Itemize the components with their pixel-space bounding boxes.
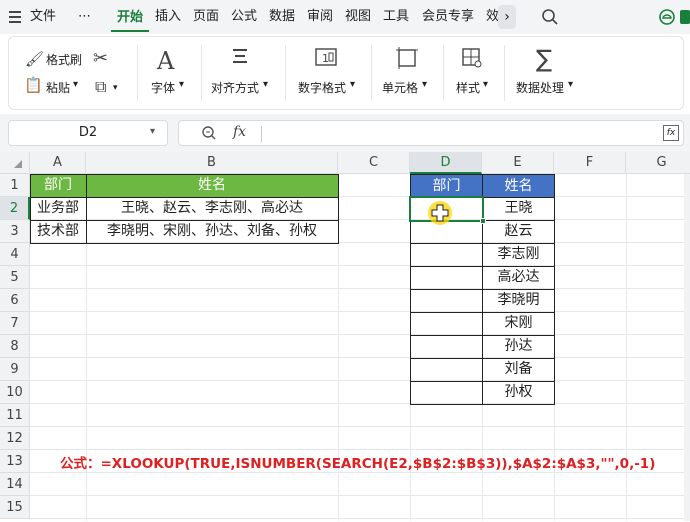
font-icon: A (157, 47, 175, 75)
chevron-down-icon[interactable]: ▾ (179, 79, 184, 90)
formula-divider (261, 126, 262, 142)
zoom-search-icon[interactable] (201, 125, 217, 145)
styles-icon (461, 47, 483, 74)
chevron-down-icon[interactable]: ▾ (73, 79, 78, 90)
formula-bar[interactable]: fx fx (178, 120, 684, 146)
number-format-button[interactable]: 数字格式 (298, 79, 346, 96)
ribbon: 🖌 格式刷 ✂ 📋 粘贴 ▾ ⧉ ▾ A 字体 ▾ 对齐方式 ▾ 1 数字格式 … (8, 36, 684, 110)
ribbon-divider (504, 45, 505, 101)
tab-effect[interactable]: 效 (480, 0, 500, 34)
number-format-icon: 1 (315, 47, 337, 72)
formula-note: 公式：=XLOOKUP(TRUE,ISNUMBER(SEARCH(E2,$B$2… (60, 456, 656, 472)
ribbon-divider (201, 45, 202, 101)
cell-reference: D2 (78, 125, 98, 140)
styles-button[interactable]: 样式 (456, 79, 480, 96)
chevron-down-icon[interactable]: ▾ (350, 79, 355, 90)
ribbon-divider (371, 45, 372, 101)
chevron-down-icon[interactable]: ▾ (263, 79, 268, 90)
paste-icon: 📋 (24, 76, 43, 94)
tab-formula[interactable]: 公式 (225, 0, 263, 34)
chevron-right-icon[interactable]: › (498, 5, 516, 29)
tab-home[interactable]: 开始 (111, 2, 150, 32)
table2-name-cell[interactable]: 高必达 (483, 266, 554, 289)
copy-icon[interactable]: ⧉ (95, 77, 106, 97)
table2-name-cell[interactable]: 刘备 (483, 358, 554, 381)
sigma-icon: ∑ (536, 45, 553, 73)
data-processing-button[interactable]: 数据处理 (516, 79, 564, 96)
chevron-down-icon[interactable]: ▾ (150, 126, 155, 137)
tab-page[interactable]: 页面 (187, 0, 225, 34)
chevron-down-icon[interactable]: ▾ (422, 79, 427, 90)
table2-name-cell[interactable]: 孙达 (483, 335, 554, 358)
menu-file[interactable]: 文件 (24, 0, 62, 34)
ribbon-divider (285, 45, 286, 101)
menu-icon[interactable] (8, 9, 22, 25)
chevron-down-icon[interactable]: ▾ (483, 79, 488, 90)
tab-review[interactable]: 审阅 (301, 0, 339, 34)
format-painter-icon: 🖌 (25, 50, 45, 68)
panel-toggle-icon[interactable] (680, 10, 690, 24)
vertical-scrollbar[interactable] (684, 174, 690, 521)
table2-header-dept[interactable]: 部门 (411, 175, 482, 197)
table2-header-name[interactable]: 姓名 (483, 175, 554, 197)
cells-button[interactable]: 单元格 (382, 79, 418, 96)
format-painter-button[interactable]: 格式刷 (46, 51, 82, 68)
search-icon[interactable] (541, 8, 559, 30)
menu-bar: 文件 ⋯ 开始 插入 页面 公式 数据 审阅 视图 工具 会员专享 效 › (0, 0, 690, 34)
tab-insert[interactable]: 插入 (149, 0, 187, 34)
plus-cursor-icon (431, 204, 449, 222)
table2-name-cell[interactable]: 赵云 (483, 220, 554, 243)
cell-icon (396, 47, 418, 74)
tab-member[interactable]: 会员专享 (416, 0, 480, 34)
scissors-icon[interactable]: ✂ (93, 48, 108, 69)
ribbon-divider (443, 45, 444, 101)
cloud-sync-icon[interactable] (658, 8, 676, 30)
fill-handle[interactable] (480, 218, 486, 224)
formula-row: D2 ▾ fx fx (0, 114, 690, 152)
name-box[interactable]: D2 (8, 120, 168, 146)
function-icon[interactable]: fx (233, 124, 246, 140)
table2-name-cell[interactable]: 孙权 (483, 381, 554, 404)
chevron-down-icon[interactable]: ▾ (113, 83, 118, 93)
paste-button[interactable]: 粘贴 (46, 79, 70, 96)
align-button[interactable]: 对齐方式 (211, 79, 259, 96)
menu-more[interactable]: ⋯ (72, 0, 97, 34)
align-icon (231, 45, 249, 72)
tab-data[interactable]: 数据 (263, 0, 301, 34)
svg-text:1: 1 (322, 52, 329, 65)
tab-tools[interactable]: 工具 (377, 0, 415, 34)
expand-formula-icon[interactable]: fx (663, 125, 679, 141)
font-button[interactable]: 字体 (151, 79, 175, 96)
table2-name-cell[interactable]: 李志刚 (483, 243, 554, 266)
table2-name-cell[interactable]: 宋刚 (483, 312, 554, 335)
ribbon-divider (137, 45, 138, 101)
tab-view[interactable]: 视图 (339, 0, 377, 34)
table2-name-cell[interactable]: 王晓 (483, 197, 554, 220)
table2-name-cell[interactable]: 李晓明 (483, 289, 554, 312)
chevron-down-icon[interactable]: ▾ (568, 79, 573, 90)
